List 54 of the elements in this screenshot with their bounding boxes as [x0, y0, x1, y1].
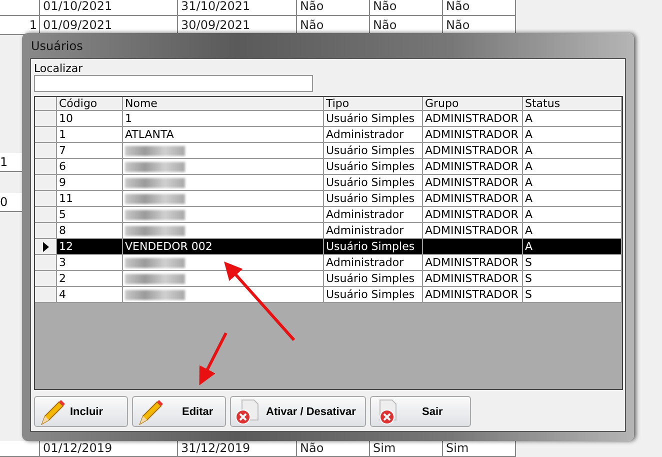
table-row[interactable]: 9 Usuário Simples ADMINISTRADOR A: [35, 175, 622, 191]
search-label: Localizar: [34, 62, 84, 75]
table-cell: A: [523, 239, 622, 255]
table-cell: Não: [297, 0, 370, 16]
table-cell: ADMINISTRADOR: [425, 159, 518, 174]
table-row[interactable]: 8 Administrador ADMINISTRADOR A: [35, 223, 622, 239]
table-row[interactable]: 11 Usuário Simples ADMINISTRADOR A: [35, 191, 622, 207]
table-cell: ADMINISTRADOR: [425, 111, 518, 126]
table-row[interactable]: 6 Usuário Simples ADMINISTRADOR A: [35, 159, 622, 175]
column-header: Código: [57, 97, 123, 111]
toolbar-button[interactable]: Editar: [132, 396, 226, 427]
table-cell: 1: [0, 16, 40, 35]
table-cell: ADMINISTRADOR: [425, 287, 518, 302]
table-cell: Não: [297, 441, 370, 457]
table-cell: ADMINISTRADOR: [425, 271, 518, 286]
table-cell: ADMINISTRADOR: [425, 207, 518, 222]
table-cell: 01/12/2019: [40, 441, 178, 457]
table-cell: ATLANTA: [125, 127, 174, 142]
table-cell: Não: [370, 0, 443, 16]
table-row[interactable]: 4 Usuário Simples ADMINISTRADOR S: [35, 287, 622, 303]
table-cell: ADMINISTRADOR: [425, 127, 518, 142]
table-cell: Sim: [370, 441, 443, 457]
table-cell: ADMINISTRADOR: [425, 255, 518, 270]
toolbar-button[interactable]: Sair: [370, 396, 471, 427]
table-cell: ADMINISTRADOR: [425, 223, 518, 238]
table-cell: Usuário Simples: [324, 239, 423, 255]
column-header: Tipo: [324, 97, 423, 111]
table-cell: Não: [443, 0, 516, 16]
table-row[interactable]: 3 Administrador ADMINISTRADOR S: [35, 255, 622, 271]
table-row[interactable]: 2 Usuário Simples ADMINISTRADOR S: [35, 271, 622, 287]
column-header: Grupo: [423, 97, 523, 111]
toolbar-button[interactable]: Incluir: [34, 396, 128, 427]
toolbar-button[interactable]: Ativar / Desativar: [230, 396, 366, 427]
table-row[interactable]: 5 Administrador ADMINISTRADOR A: [35, 207, 622, 223]
table-cell: ADMINISTRADOR: [425, 143, 518, 158]
table-cell: 12: [57, 239, 123, 255]
table-cell: 31/12/2019: [178, 441, 297, 457]
table-cell: ADMINISTRADOR: [425, 175, 518, 190]
table-row[interactable]: 1 ATLANTA Administrador ADMINISTRADOR A: [35, 127, 622, 143]
table-cell: 1: [125, 111, 132, 126]
table-row[interactable]: 12 VENDEDOR 002 Usuário Simples A: [35, 239, 622, 255]
column-header: Nome: [123, 97, 324, 111]
table-cell: 01/10/2021: [40, 0, 178, 16]
table-cell: Usuário Simples: [324, 287, 423, 303]
table-cell: Sim: [443, 441, 516, 457]
table-cell: S: [523, 287, 622, 303]
table-cell: 31/10/2021: [178, 0, 297, 16]
table-cell: 4: [57, 287, 123, 303]
column-header: Status: [523, 97, 622, 111]
table-cell: VENDEDOR 002: [125, 239, 212, 254]
table-cell: ADMINISTRADOR: [425, 191, 518, 206]
window-title: Usuários: [31, 38, 83, 52]
table-row[interactable]: 10 1 Usuário Simples ADMINISTRADOR A: [35, 111, 622, 127]
table-row[interactable]: 7 Usuário Simples ADMINISTRADOR A: [35, 143, 622, 159]
